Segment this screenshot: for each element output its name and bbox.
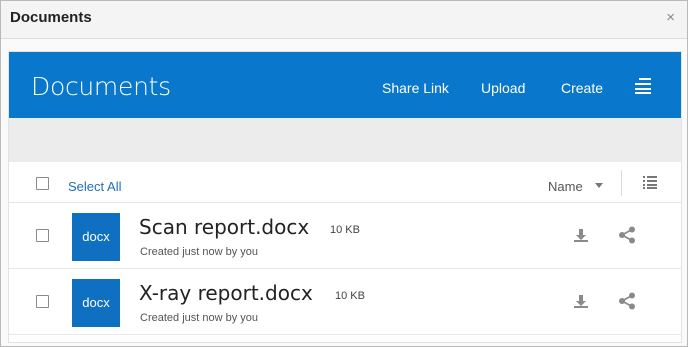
file-size: 10 KB	[330, 224, 360, 236]
documents-banner: Documents Share Link Upload Create	[9, 52, 681, 118]
file-name[interactable]: X-ray report.docx	[139, 281, 313, 305]
select-all-link[interactable]: Select All	[68, 179, 121, 194]
menu-icon[interactable]	[633, 78, 651, 94]
documents-dialog: Documents × Documents Share Link Upload …	[0, 0, 688, 347]
divider	[621, 170, 622, 196]
row-checkbox[interactable]	[36, 229, 49, 242]
file-size: 10 KB	[335, 290, 365, 302]
chevron-down-icon[interactable]	[595, 183, 603, 188]
docx-file-icon[interactable]: docx	[72, 213, 120, 261]
create-button[interactable]: Create	[561, 80, 603, 96]
sort-by-name[interactable]: Name	[548, 179, 583, 194]
share-icon[interactable]	[618, 292, 636, 310]
close-icon[interactable]: ×	[666, 9, 675, 26]
file-meta: Created just now by you	[140, 312, 259, 324]
file-meta: Created just now by you	[140, 246, 259, 258]
file-row-xray-report[interactable]: docx X-ray report.docx 10 KB Created jus…	[9, 269, 681, 335]
docx-file-icon[interactable]: docx	[72, 279, 120, 327]
share-icon[interactable]	[618, 226, 636, 244]
file-name[interactable]: Scan report.docx	[139, 215, 309, 239]
download-icon[interactable]	[572, 292, 590, 310]
row-checkbox[interactable]	[36, 295, 49, 308]
toolbar-strip	[9, 118, 681, 162]
share-link-button[interactable]: Share Link	[382, 80, 449, 96]
download-icon[interactable]	[572, 226, 590, 244]
select-all-checkbox[interactable]	[36, 177, 49, 190]
dialog-title: Documents	[10, 9, 92, 26]
upload-button[interactable]: Upload	[481, 80, 525, 96]
banner-title: Documents	[31, 72, 171, 101]
list-header: Select All Name	[9, 162, 681, 203]
documents-panel: Documents Share Link Upload Create Selec…	[8, 51, 682, 343]
list-view-icon[interactable]	[643, 176, 657, 189]
dialog-titlebar: Documents ×	[1, 1, 687, 39]
file-row-scan-report[interactable]: docx Scan report.docx 10 KB Created just…	[9, 203, 681, 269]
